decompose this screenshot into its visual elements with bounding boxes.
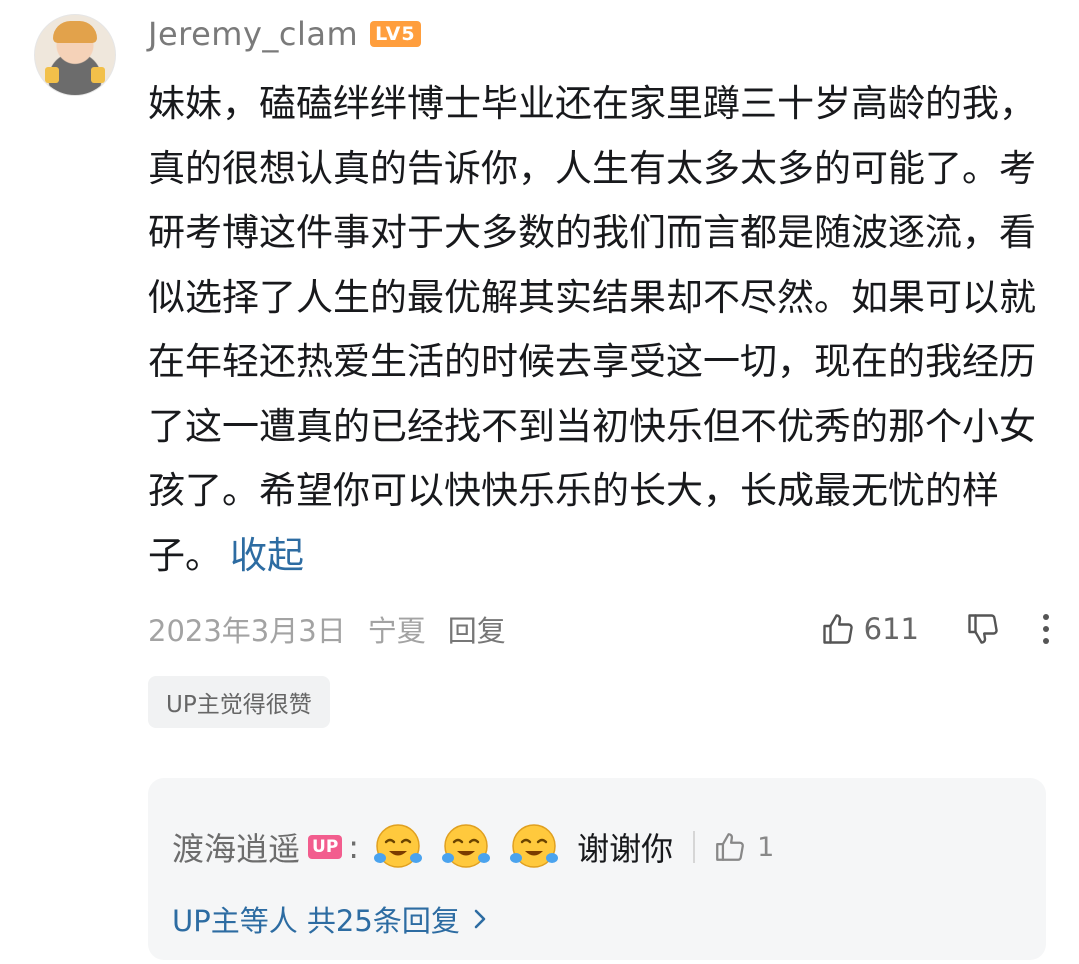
thumbs-up-icon — [716, 833, 744, 861]
comment-username[interactable]: Jeremy_clam — [148, 15, 358, 53]
up-badge: UP — [308, 835, 343, 859]
comment-location: 宁夏 — [367, 614, 426, 648]
reply-like-count: 1 — [757, 831, 775, 863]
user-avatar[interactable] — [34, 14, 116, 96]
crying-laugh-emoji — [374, 824, 423, 868]
avatar-cup — [45, 67, 59, 83]
thumbs-up-icon — [822, 614, 853, 644]
reply-username[interactable]: 渡海逍遥 — [172, 824, 300, 870]
more-replies-label: UP主等人 共25条回复 — [172, 904, 460, 938]
view-more-replies-link[interactable]: UP主等人 共25条回复 — [172, 894, 488, 944]
level-badge: LV5 — [370, 21, 421, 47]
reply-colon: : — [348, 828, 360, 866]
reply-preview: 渡海逍遥 UP : 谢谢你 1 UP主等人 共25条回复 — [148, 778, 1046, 960]
comment-text: 妹妹，磕磕绊绊博士毕业还在家里蹲三十岁高龄的我，真的很想认真的告诉你，人生有太多… — [148, 82, 1036, 577]
avatar-cup — [91, 67, 105, 83]
reply-like-button[interactable]: 1 — [713, 830, 774, 864]
comment-date: 2023年3月3日 — [148, 614, 346, 648]
comment-header: Jeremy_clam LV5 — [148, 12, 421, 56]
collapse-link[interactable]: 收起 — [230, 534, 304, 577]
like-button[interactable]: 611 — [820, 611, 919, 647]
chevron-right-icon — [472, 907, 488, 931]
up-liked-tag: UP主觉得很赞 — [148, 676, 330, 728]
like-count: 611 — [863, 612, 919, 646]
reply-text: 谢谢你 — [577, 830, 674, 868]
thumbs-down-icon — [968, 614, 998, 644]
reply-item: 渡海逍遥 UP : 谢谢你 1 — [172, 822, 774, 872]
avatar-hat — [53, 21, 97, 43]
comment-body: 妹妹，磕磕绊绊博士毕业还在家里蹲三十岁高龄的我，真的很想认真的告诉你，人生有太多… — [148, 72, 1053, 588]
crying-laugh-emoji — [510, 824, 559, 868]
reply-button[interactable]: 回复 — [448, 608, 506, 650]
comment-actions: 611 — [820, 604, 1051, 654]
comment-meta: 2023年3月3日 宁夏 回复 — [148, 604, 506, 654]
dislike-button[interactable] — [965, 611, 1001, 647]
more-vertical-icon — [1043, 614, 1049, 644]
crying-laugh-emoji — [442, 824, 491, 868]
more-button[interactable] — [1041, 612, 1051, 646]
reply-divider — [693, 831, 696, 863]
